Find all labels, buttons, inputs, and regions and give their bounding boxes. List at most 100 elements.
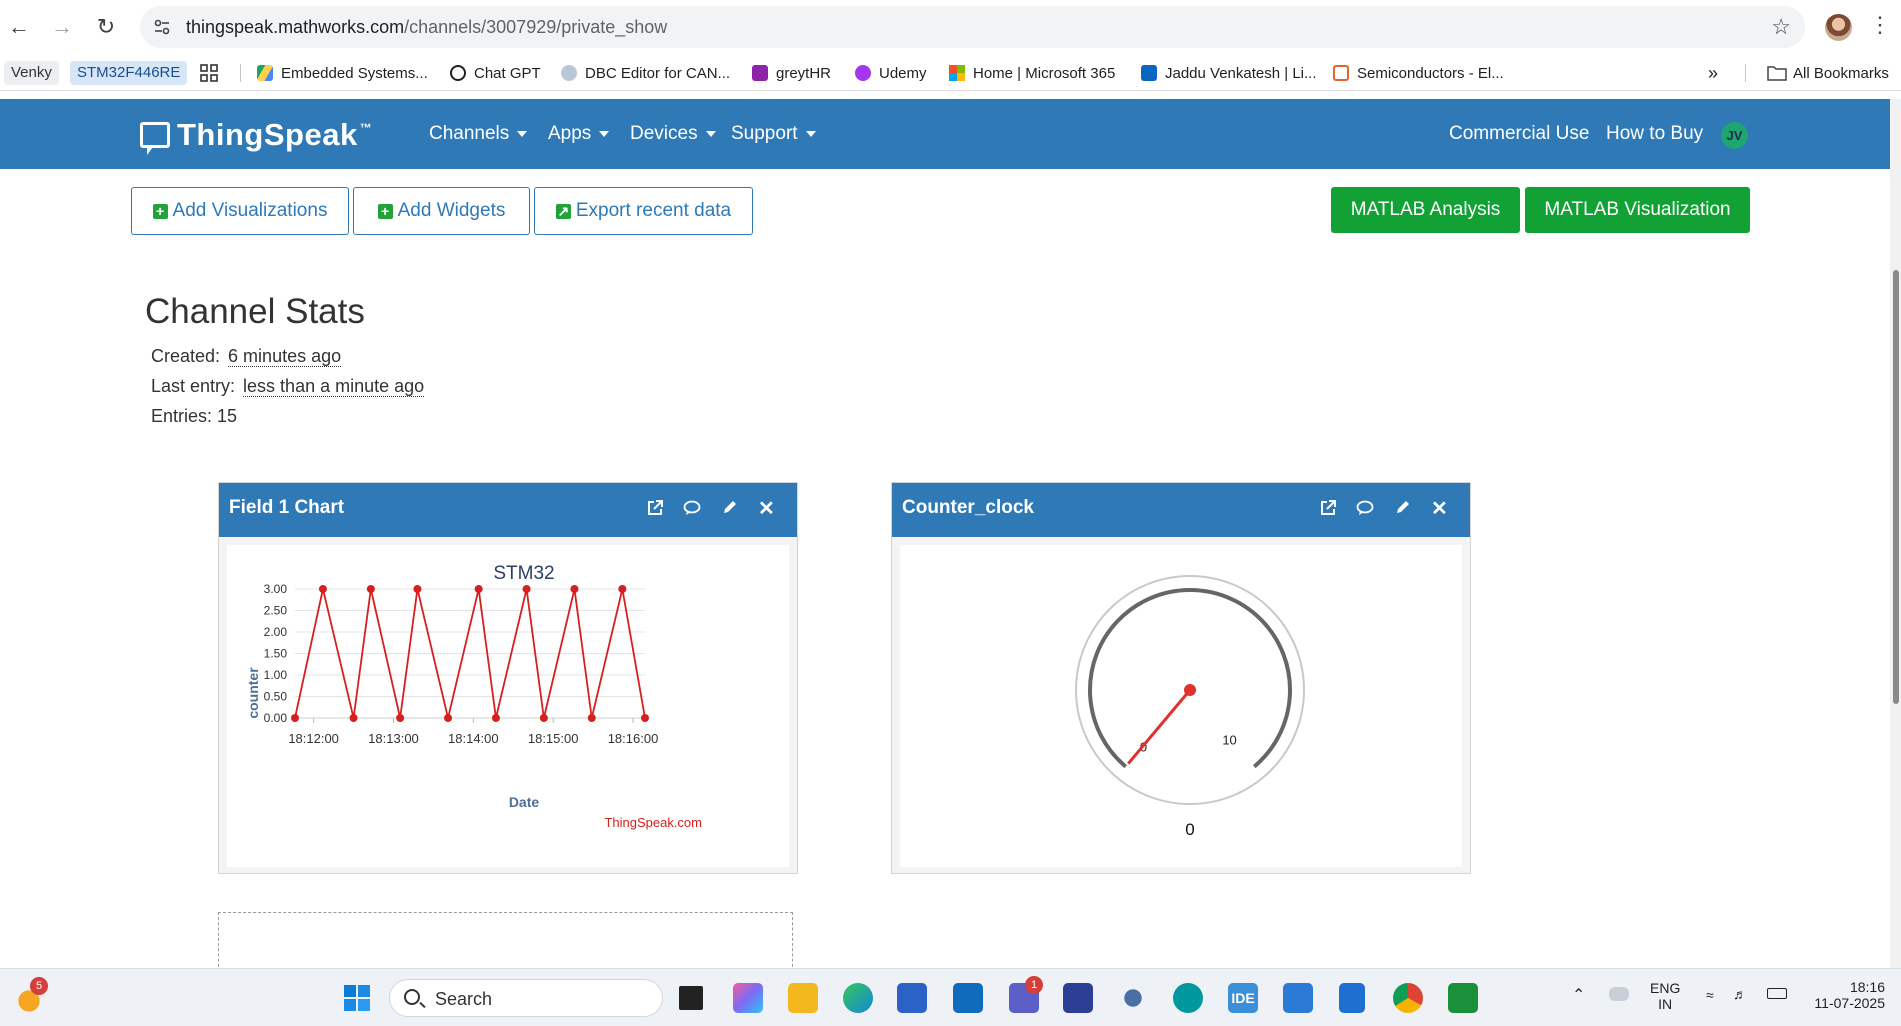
apps-grid-icon[interactable] (200, 62, 218, 84)
notepad-icon[interactable] (1339, 983, 1365, 1013)
chart-data-point (618, 585, 627, 593)
windows-taskbar: 5 Search 1 IDE ⌃ ENG IN ≈ ♬ 18:16 11-07-20… (0, 968, 1901, 1026)
panel-header: Field 1 Chart ✕ (219, 483, 797, 537)
gauge-value: 0 (1185, 820, 1194, 839)
thingspeak-navbar: ThingSpeak ™ Channels Apps Devices Suppor… (0, 99, 1890, 169)
comment-icon[interactable] (1356, 499, 1374, 517)
menu-devices[interactable]: Devices (630, 123, 716, 145)
cubeprogrammer-icon[interactable] (1448, 983, 1478, 1013)
bookmark-venky[interactable]: Venky (4, 61, 59, 85)
empty-widget-placeholder (218, 912, 793, 972)
back-icon[interactable]: ← (5, 13, 33, 41)
user-avatar[interactable]: JV (1721, 122, 1748, 149)
microsoft-icon (949, 65, 965, 81)
add-visualizations-button[interactable]: + Add Visualizations (131, 187, 349, 235)
arduino-icon[interactable] (1173, 983, 1203, 1013)
caret-down-icon (517, 130, 528, 137)
bookmark-udemy[interactable]: Udemy (855, 62, 927, 84)
battery-icon[interactable] (1767, 988, 1787, 999)
plus-icon: + (377, 203, 393, 219)
bookmark-microsoft-365[interactable]: Home | Microsoft 365 (949, 62, 1115, 84)
taskbar-search-box[interactable]: Search (389, 979, 663, 1017)
chart-data-point (366, 585, 375, 593)
matlab-analysis-button[interactable]: MATLAB Analysis (1331, 187, 1520, 233)
chart-data-point (570, 585, 579, 593)
address-bar[interactable]: thingspeak.mathworks.com/channels/300792… (140, 6, 1805, 48)
menu-channels[interactable]: Channels (429, 123, 528, 145)
profile-avatar[interactable] (1825, 14, 1852, 41)
chrome-icon[interactable] (1393, 983, 1423, 1013)
volume-icon[interactable]: ♬ (1733, 986, 1747, 1002)
reload-icon[interactable]: ↻ (92, 13, 120, 41)
browser-menu-icon[interactable]: ⋮ (1869, 12, 1891, 38)
language-indicator[interactable]: ENG IN (1650, 980, 1680, 1012)
bookmark-linkedin[interactable]: Jaddu Venkatesh | Li... (1141, 62, 1317, 84)
copilot-icon[interactable] (733, 983, 763, 1013)
add-widgets-button[interactable]: + Add Widgets (353, 187, 530, 235)
edge-icon[interactable] (843, 983, 873, 1013)
thingspeak-logo[interactable]: ThingSpeak ™ (140, 117, 372, 155)
close-icon[interactable]: ✕ (758, 496, 775, 521)
file-explorer-icon[interactable] (788, 983, 818, 1013)
more-bookmarks-icon[interactable]: » (1708, 62, 1718, 84)
open-external-icon[interactable] (646, 499, 664, 517)
chart-data-point (641, 714, 649, 722)
chart-y-axis-label: counter (245, 667, 261, 719)
speech-bubble-icon (140, 122, 170, 155)
clock[interactable]: 18:16 11-07-2025 (1805, 979, 1885, 1011)
bookmark-dbc-editor[interactable]: DBC Editor for CAN... (561, 62, 730, 84)
chart-data-point (539, 714, 548, 722)
cloud-icon[interactable] (1609, 987, 1629, 1001)
bookmark-embedded-systems[interactable]: Embedded Systems... (257, 62, 428, 84)
all-bookmarks[interactable]: All Bookmarks (1767, 62, 1889, 84)
matlab-visualization-button[interactable]: MATLAB Visualization (1525, 187, 1750, 233)
chart-y-tick-label: 1.50 (264, 647, 288, 661)
task-view-icon[interactable] (679, 986, 703, 1010)
forward-icon[interactable]: → (48, 13, 76, 41)
edit-pencil-icon[interactable] (721, 499, 738, 516)
close-icon[interactable]: ✕ (1431, 496, 1448, 521)
menu-support[interactable]: Support (731, 123, 816, 145)
menu-apps[interactable]: Apps (548, 123, 610, 145)
gauge: 0 10 0 (1075, 575, 1305, 839)
link-how-to-buy[interactable]: How to Buy (1606, 123, 1703, 145)
url-text: thingspeak.mathworks.com/channels/300792… (186, 17, 668, 37)
stat-created: Created: 6 minutes ago (151, 346, 342, 367)
chart-x-tick-label: 18:13:00 (368, 731, 419, 746)
chart-y-tick-label: 2.00 (264, 625, 288, 639)
panel-title: Field 1 Chart (229, 497, 345, 518)
edit-pencil-icon[interactable] (1394, 499, 1411, 516)
photos-icon[interactable] (1283, 983, 1313, 1013)
browser-toolbar: ← → ↻ thingspeak.mathworks.com/channels/… (0, 0, 1901, 54)
bookmark-star-icon[interactable]: ☆ (1771, 14, 1791, 40)
bookmark-stm32[interactable]: STM32F446RE (70, 61, 188, 85)
linkedin-icon (1141, 65, 1157, 81)
export-recent-data-button[interactable]: ↗ Export recent data (534, 187, 753, 235)
link-commercial-use[interactable]: Commercial Use (1449, 123, 1589, 145)
outlook-icon[interactable] (953, 983, 983, 1013)
store-icon[interactable] (897, 983, 927, 1013)
comment-icon[interactable] (683, 499, 701, 517)
page-scrollbar-thumb[interactable] (1893, 270, 1899, 704)
gauge-max-label: 10 (1222, 733, 1236, 748)
caret-down-icon (705, 130, 716, 137)
bookmark-semiconductors[interactable]: Semiconductors - El... (1333, 62, 1504, 84)
windows-start-icon[interactable] (342, 983, 372, 1013)
vivado-icon[interactable] (1063, 983, 1093, 1013)
panel-header: Counter_clock ✕ (892, 483, 1470, 537)
bookmark-chatgpt[interactable]: Chat GPT (450, 62, 541, 84)
tray-overflow-icon[interactable]: ⌃ (1572, 985, 1585, 1005)
chart-credit[interactable]: ThingSpeak.com (604, 815, 702, 830)
folder-icon (1767, 66, 1787, 81)
site-settings-icon[interactable] (152, 17, 172, 37)
search-icon (404, 989, 420, 1005)
caret-down-icon (805, 130, 816, 137)
stat-entries: Entries: 15 (151, 406, 238, 426)
bookmark-greythr[interactable]: greytHR (752, 62, 831, 84)
stm32cubeide-icon[interactable]: IDE (1228, 983, 1258, 1013)
app-icon[interactable] (1118, 983, 1148, 1013)
chart-x-tick-label: 18:16:00 (608, 731, 659, 746)
open-external-icon[interactable] (1319, 499, 1337, 517)
wifi-icon[interactable]: ≈ (1706, 987, 1714, 1003)
chart-x-tick-label: 18:14:00 (448, 731, 499, 746)
